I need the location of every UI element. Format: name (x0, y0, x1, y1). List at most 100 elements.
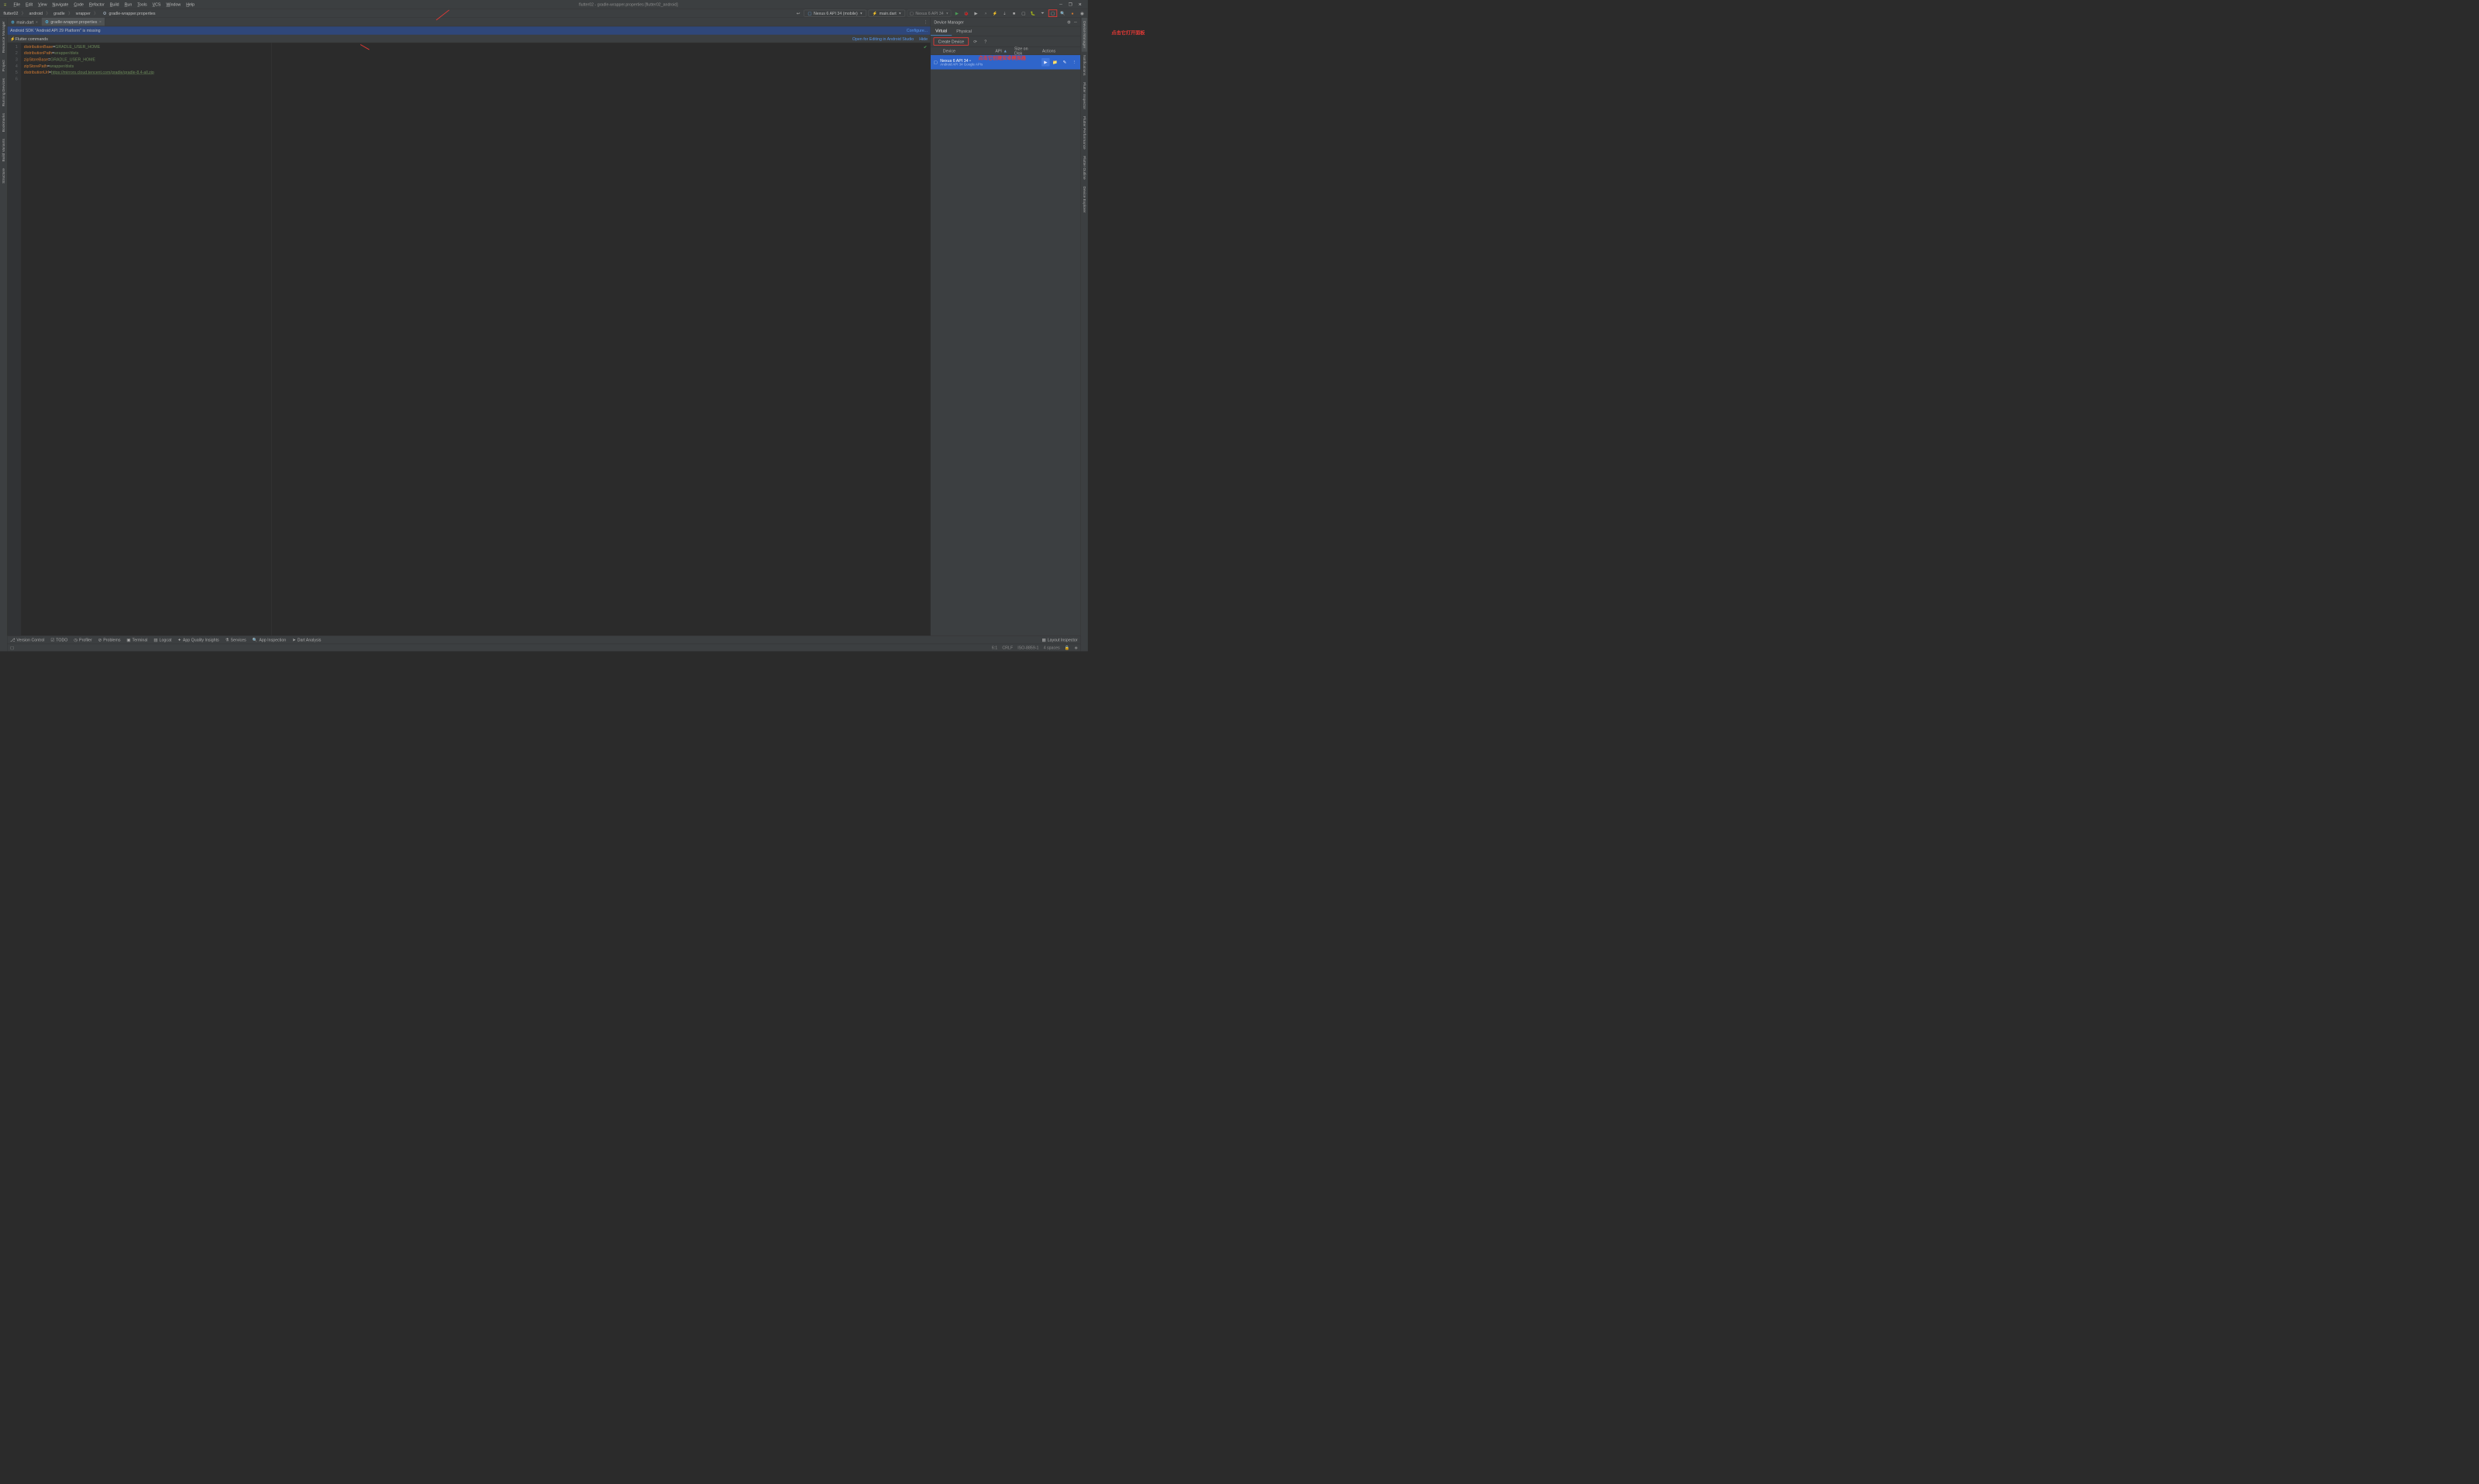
menu-code[interactable]: Code (71, 2, 87, 6)
updates-icon[interactable]: ● (1069, 9, 1076, 17)
layout-inspector-button[interactable]: ▦Layout Inspector (1042, 638, 1077, 642)
bottom-app-inspection[interactable]: 🔍App Inspection (253, 638, 287, 642)
gear-icon[interactable]: ⚙ (1067, 19, 1071, 24)
profile-button[interactable]: ◔ (982, 9, 990, 17)
breadcrumb-item[interactable]: gradle (52, 11, 66, 15)
col-actions[interactable]: Actions (1039, 47, 1080, 55)
more-icon[interactable]: ⋮ (1070, 58, 1079, 67)
bottom-tool-bar: ⎇Version Control ☑TODO ◷Profiler ⊘Problems ▣… (8, 635, 1080, 644)
breadcrumb-item[interactable]: ⚙ gradle-wrapper.properties (100, 11, 157, 15)
debugger-icon[interactable]: 🐛 (1029, 9, 1037, 17)
editor-tab[interactable]: ⚙main.dart× (8, 18, 42, 26)
maximize-icon[interactable]: ❐ (1069, 2, 1073, 6)
status-bar: ▢ 6:1 CRLF ISO-8859-1 4 spaces 🔒 ◈ (8, 644, 1080, 652)
coverage-button[interactable]: ▶ (973, 9, 980, 17)
breadcrumb-item[interactable]: flutter02 (2, 11, 20, 15)
device-selector[interactable]: ▢ Nexus 6 API 34 (mobile) ▼ (804, 10, 867, 17)
stop-button[interactable]: ■ (1011, 9, 1018, 17)
menu-vcs[interactable]: VCS (150, 2, 164, 6)
close-icon[interactable]: ✕ (1078, 2, 1081, 6)
edit-icon[interactable]: ✎ (1061, 58, 1069, 67)
back-icon[interactable]: ↩ (794, 9, 802, 17)
menu-tools[interactable]: Tools (135, 2, 150, 6)
file-encoding[interactable]: ISO-8859-1 (1017, 646, 1038, 650)
tool-build-variants[interactable]: Build Variants (1, 136, 6, 165)
minimize-icon[interactable]: ─ (1059, 2, 1062, 6)
search-icon[interactable]: 🔍 (1059, 9, 1067, 17)
menu-edit[interactable]: Edit (23, 2, 36, 6)
device-tab-physical[interactable]: Physical (952, 26, 976, 36)
menu-view[interactable]: View (36, 2, 50, 6)
col-api[interactable]: API (995, 49, 1001, 53)
launch-emulator-button[interactable]: ▶ (1042, 58, 1050, 67)
close-tab-icon[interactable]: × (36, 20, 38, 24)
help-icon[interactable]: ? (982, 38, 990, 46)
tool-device-manager[interactable]: Device Manager (1082, 18, 1087, 52)
code-editor[interactable]: 123456 distributionBase=GRADLE_USER_HOME… (8, 43, 931, 635)
device-row[interactable]: ▢ Nexus 6 API 34 • Android API 34 Google… (931, 55, 1080, 69)
menu-help[interactable]: Help (184, 2, 198, 6)
bottom-profiler[interactable]: ◷Profiler (74, 638, 91, 642)
tool-notifications[interactable]: Notifications (1082, 52, 1087, 79)
run-config-selector[interactable]: ⚡ main.dart ▼ (869, 10, 905, 17)
configure-link[interactable]: Configure... (907, 28, 928, 33)
caret-position[interactable]: 6:1 (992, 646, 997, 650)
inspection-ok-icon[interactable]: ✔ (924, 45, 927, 50)
open-folder-icon[interactable]: 📁 (1051, 58, 1059, 67)
device-tab-virtual[interactable]: Virtual (931, 26, 952, 36)
menu-build[interactable]: Build (107, 2, 122, 6)
tool-flutter-outline[interactable]: Flutter Outline (1082, 153, 1087, 183)
bottom-version-control[interactable]: ⎇Version Control (10, 638, 44, 642)
refresh-icon[interactable]: ⟳ (972, 38, 980, 46)
close-tab-icon[interactable]: × (99, 19, 102, 23)
account-icon[interactable]: ◉ (1078, 9, 1086, 17)
tab-options-icon[interactable]: ⋮ (921, 19, 930, 24)
col-size[interactable]: Size on Disk (1011, 47, 1039, 55)
bottom-logcat[interactable]: ▤Logcat (153, 638, 171, 642)
tool-structure[interactable]: Structure (1, 165, 6, 187)
hide-link[interactable]: Hide (919, 36, 928, 41)
minimize-panel-icon[interactable]: ─ (1074, 19, 1077, 24)
tool-project[interactable]: Project (1, 57, 6, 75)
create-device-button[interactable]: Create Device (934, 37, 969, 46)
indent-info[interactable]: 4 spaces (1044, 646, 1060, 650)
git-icon[interactable]: ⏷ (1039, 9, 1047, 17)
hot-reload-button[interactable]: ⚡ (991, 9, 999, 17)
tool-flutter-inspector[interactable]: Flutter Inspector (1082, 79, 1087, 113)
tool-icon: ☑ (50, 638, 54, 642)
tool-bookmarks[interactable]: Bookmarks (1, 110, 6, 136)
tool-window-icon[interactable]: ▢ (10, 646, 14, 650)
col-device[interactable]: Device (943, 49, 955, 53)
tool-device-explorer[interactable]: Device Explorer (1082, 183, 1087, 216)
readonly-icon[interactable]: 🔒 (1065, 646, 1070, 650)
open-in-as-link[interactable]: Open for Editing in Android Studio (852, 36, 914, 41)
breadcrumb-item[interactable]: wrapper (74, 11, 92, 15)
bottom-todo[interactable]: ☑TODO (50, 638, 67, 642)
bottom-services[interactable]: ⚗Services (226, 638, 246, 642)
breadcrumb-item[interactable]: android (28, 11, 44, 15)
menu-navigate[interactable]: Navigate (50, 2, 71, 6)
menu-refactor[interactable]: Refactor (86, 2, 107, 6)
bottom-dart-analysis[interactable]: ➤Dart Analysis (292, 638, 321, 642)
flutter-attach-icon[interactable]: ▢ (1020, 9, 1028, 17)
menu-file[interactable]: File (11, 2, 23, 6)
menu-window[interactable]: Window (164, 2, 184, 6)
device-manager-button[interactable]: ▢ (1048, 9, 1057, 17)
bottom-problems[interactable]: ⊘Problems (98, 638, 121, 642)
run-button[interactable]: ▶ (953, 9, 961, 17)
menu-run[interactable]: Run (122, 2, 135, 6)
debug-button[interactable]: 🐞 (962, 9, 970, 17)
bottom-terminal[interactable]: ▣Terminal (126, 638, 147, 642)
line-separator[interactable]: CRLF (1002, 646, 1013, 650)
breadcrumb[interactable]: flutter02〉android〉gradle〉wrapper〉⚙ gradl… (2, 10, 157, 15)
tool-flutter-performance[interactable]: Flutter Performance (1082, 112, 1087, 152)
bottom-app-quality-insights[interactable]: ✦App Quality Insights (177, 638, 219, 642)
android-studio-logo-icon (3, 2, 8, 6)
tool-running-devices[interactable]: Running Devices (1, 74, 6, 109)
inspector-icon[interactable]: ◈ (1075, 646, 1078, 650)
tool-resource-manager[interactable]: Resource Manager (1, 18, 6, 57)
attach-button[interactable]: ⇣ (1000, 9, 1008, 17)
target-device-selector[interactable]: ▢ Nexus 6 API 34 ▼ (907, 10, 952, 17)
tool-icon: ▤ (153, 638, 157, 642)
editor-tab[interactable]: ⚙gradle-wrapper.properties× (42, 18, 105, 26)
